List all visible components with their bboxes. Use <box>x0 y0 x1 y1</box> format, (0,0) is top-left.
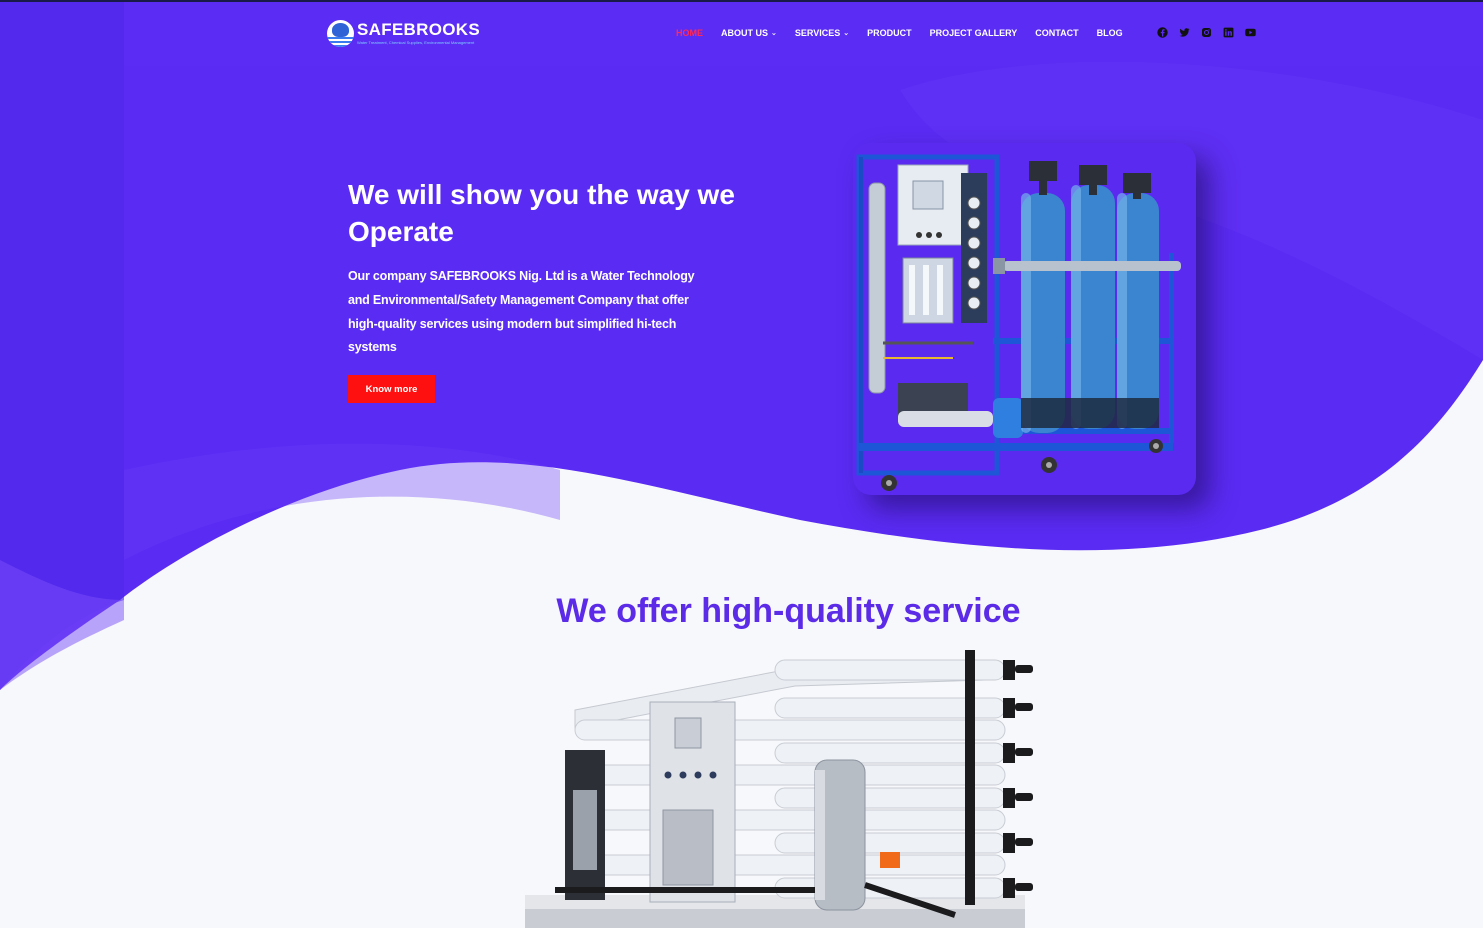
nav-home[interactable]: HOME <box>676 28 703 38</box>
hero-description: Our company SAFEBROOKS Nig. Ltd is a Wat… <box>348 269 695 355</box>
nav-contact[interactable]: CONTACT <box>1035 28 1078 38</box>
reverse-osmosis-system-image <box>525 650 1033 928</box>
twitter-icon[interactable] <box>1179 27 1190 38</box>
instagram-icon[interactable] <box>1201 27 1212 38</box>
chevron-down-icon: ⌄ <box>771 30 777 37</box>
site-logo[interactable]: SAFEBROOKS Water Treatment, Chemical Sup… <box>327 18 480 48</box>
social-links <box>1157 27 1267 38</box>
logo-tagline: Water Treatment, Chemical Supplies, Envi… <box>357 40 475 45</box>
nav-product[interactable]: PRODUCT <box>867 28 912 38</box>
logo-name: SAFEBROOKS <box>357 20 480 39</box>
nav-project-gallery[interactable]: PROJECT GALLERY <box>930 28 1018 38</box>
main-nav: HOME ABOUT US ⌄ SERVICES ⌄ PRODUCT PROJECT… <box>676 26 1141 40</box>
site-header: SAFEBROOKS Water Treatment, Chemical Sup… <box>0 0 1483 66</box>
hero-product-image <box>853 143 1196 495</box>
nav-about-us[interactable]: ABOUT US ⌄ <box>721 28 777 38</box>
top-border <box>0 0 1483 2</box>
know-more-button[interactable]: Know more <box>348 375 435 403</box>
section-title: We offer high-quality service <box>556 592 1021 630</box>
nav-blog[interactable]: BLOG <box>1097 28 1123 38</box>
hero-title: We will show you the way we Operate <box>348 179 735 247</box>
nav-services[interactable]: SERVICES ⌄ <box>795 28 849 38</box>
water-treatment-unit-illustration <box>856 154 1181 491</box>
logo-drop-icon <box>327 19 354 47</box>
youtube-icon[interactable] <box>1245 27 1256 38</box>
chevron-down-icon: ⌄ <box>843 30 850 37</box>
linkedin-icon[interactable] <box>1223 27 1234 38</box>
facebook-icon[interactable] <box>1157 27 1168 38</box>
